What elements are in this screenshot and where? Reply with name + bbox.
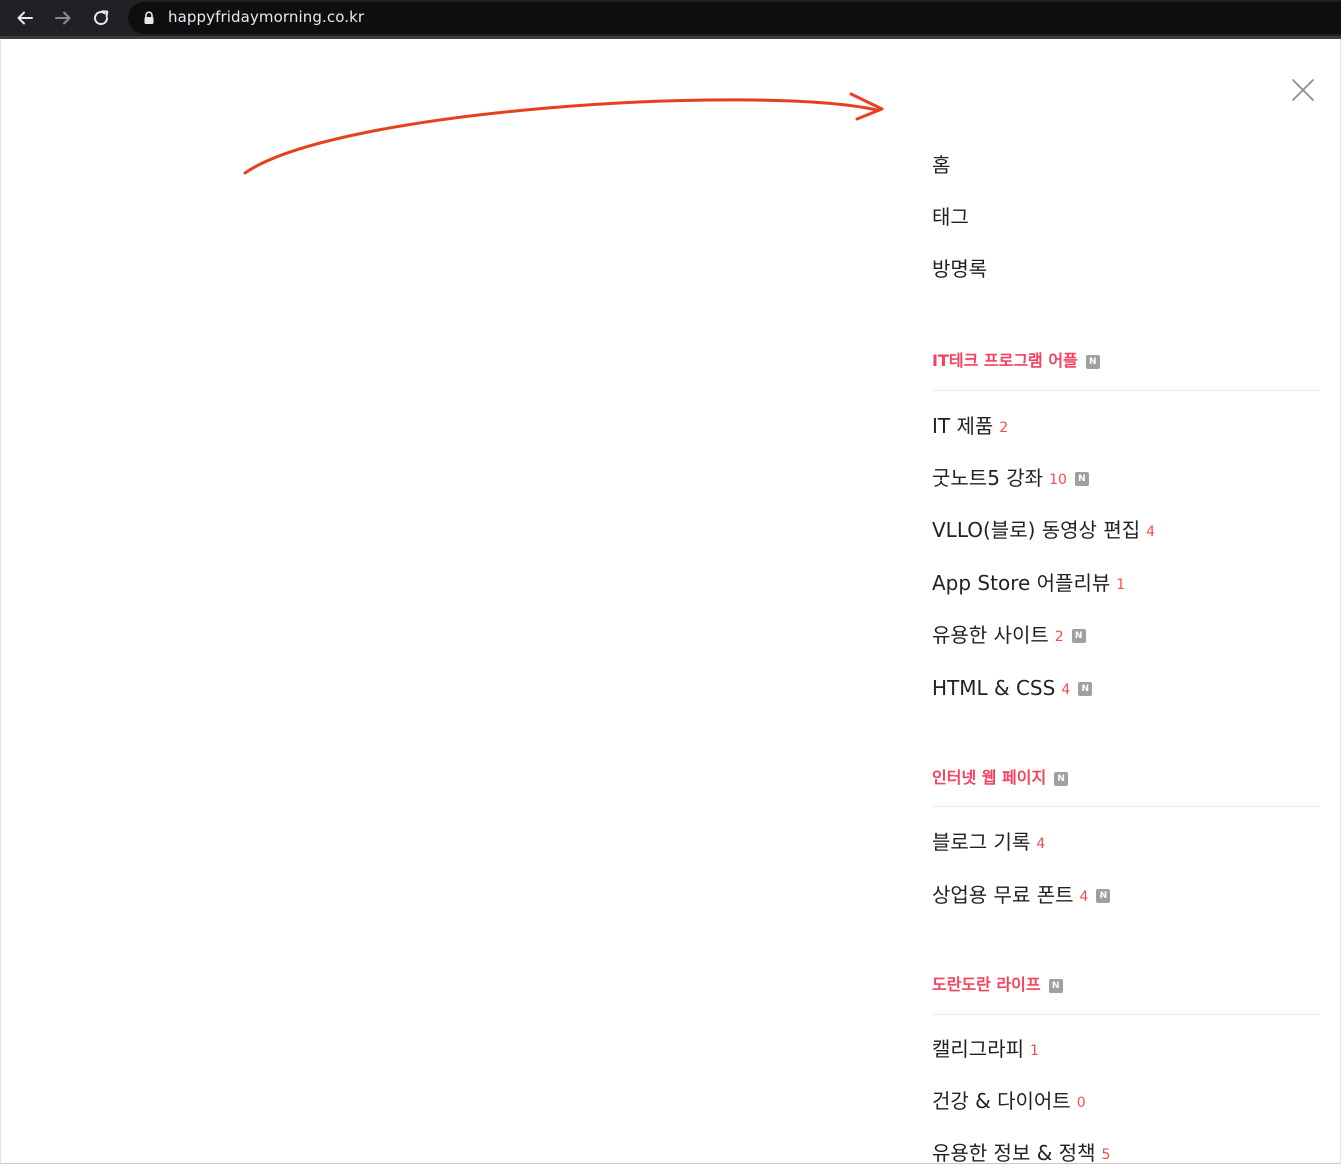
category-label: VLLO(블로) 동영상 편집 [932, 518, 1141, 542]
category-count: 10 [1049, 472, 1067, 488]
category-label: 건강 & 다이어트 [932, 1089, 1071, 1113]
category-label: 블로그 기록 [932, 830, 1031, 854]
reload-button[interactable] [86, 3, 116, 33]
category-item-useful-info[interactable]: 유용한 정보 & 정책 5 [932, 1141, 1110, 1165]
back-icon [17, 11, 33, 25]
new-badge-icon: N [1054, 772, 1069, 786]
category-item-health-diet[interactable]: 건강 & 다이어트 0 [932, 1089, 1086, 1113]
section-title-doran-life[interactable]: 도란도란 라이프 N [932, 975, 1063, 995]
reload-icon [94, 10, 109, 26]
new-badge-icon: N [1096, 889, 1111, 903]
category-count: 1 [1116, 577, 1126, 593]
category-count: 2 [1054, 629, 1064, 645]
category-label: 유용한 사이트 [932, 623, 1049, 647]
section-title-label: 인터넷 웹 페이지 [932, 768, 1047, 787]
category-item-free-fonts[interactable]: 상업용 무료 폰트 4 N [932, 883, 1111, 907]
category-count: 2 [999, 420, 1009, 436]
category-label: App Store 어플리뷰 [932, 571, 1111, 595]
lock-icon [144, 11, 154, 24]
category-count: 0 [1076, 1095, 1086, 1111]
category-label: 상업용 무료 폰트 [932, 883, 1074, 907]
section-title-label: IT테크 프로그램 어플 [932, 351, 1078, 370]
section-divider [932, 806, 1320, 807]
category-item-calligraphy[interactable]: 캘리그라피 1 [932, 1037, 1039, 1061]
category-label: HTML & CSS [932, 676, 1056, 700]
category-count: 4 [1146, 524, 1156, 540]
new-badge-icon: N [1078, 682, 1093, 696]
category-count: 4 [1079, 889, 1089, 905]
category-item-html-css[interactable]: HTML & CSS 4 N [932, 676, 1093, 700]
annotation-arrow-icon [243, 92, 884, 175]
category-count: 1 [1030, 1043, 1039, 1059]
category-item-goodnotes[interactable]: 굿노트5 강좌 10 N [932, 466, 1089, 490]
category-count: 4 [1061, 682, 1071, 698]
category-item-blog-records[interactable]: 블로그 기록 4 [932, 830, 1045, 854]
browser-toolbar: happyfridaymorning.co.kr [0, 0, 1341, 39]
section-divider [932, 1014, 1320, 1015]
category-label: IT 제품 [932, 414, 994, 438]
new-badge-icon: N [1074, 472, 1089, 486]
close-button[interactable] [1290, 77, 1316, 103]
category-label: 굿노트5 강좌 [932, 466, 1044, 490]
menu-item-home[interactable]: 홈 [932, 153, 950, 177]
section-title-label: 도란도란 라이프 [932, 975, 1041, 994]
category-item-vllo[interactable]: VLLO(블로) 동영상 편집 4 [932, 518, 1155, 542]
category-item-it-products[interactable]: IT 제품 2 [932, 414, 1008, 438]
section-title-internet-web[interactable]: 인터넷 웹 페이지 N [932, 768, 1069, 788]
new-badge-icon: N [1048, 979, 1063, 993]
forward-button[interactable] [48, 3, 78, 33]
back-button[interactable] [10, 3, 40, 33]
category-label: 유용한 정보 & 정책 [932, 1141, 1096, 1165]
forward-icon [55, 11, 71, 25]
section-title-it-tech[interactable]: IT테크 프로그램 어플 N [932, 351, 1100, 371]
category-count: 4 [1036, 836, 1046, 852]
new-badge-icon: N [1085, 355, 1100, 369]
category-count: 5 [1101, 1147, 1111, 1163]
category-item-useful-sites[interactable]: 유용한 사이트 2 N [932, 623, 1086, 647]
menu-item-tag[interactable]: 태그 [932, 205, 969, 229]
url-text: happyfridaymorning.co.kr [168, 8, 365, 26]
category-label: 캘리그라피 [932, 1037, 1024, 1061]
close-icon [1292, 79, 1314, 101]
new-badge-icon: N [1071, 629, 1086, 643]
page-content: 홈 태그 방명록 IT테크 프로그램 어플 N IT 제품 2 굿노트5 강좌 … [0, 39, 1341, 1165]
menu-item-guestbook[interactable]: 방명록 [932, 257, 987, 281]
category-item-app-store[interactable]: App Store 어플리뷰 1 [932, 571, 1125, 595]
section-divider [932, 390, 1320, 391]
address-bar[interactable]: happyfridaymorning.co.kr [128, 2, 1341, 34]
